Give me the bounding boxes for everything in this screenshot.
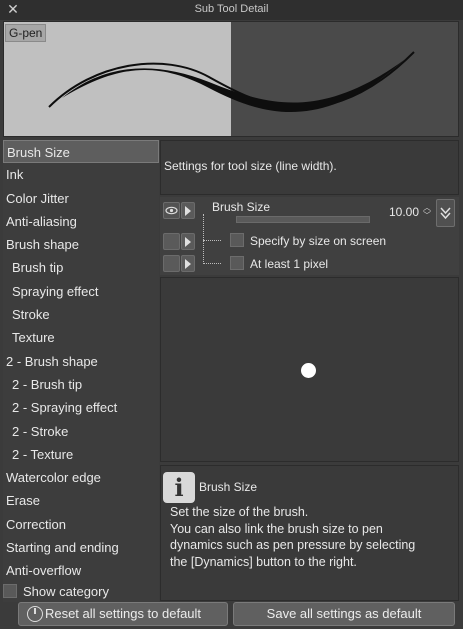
show-category-checkbox[interactable] — [3, 584, 17, 598]
category-stroke[interactable]: Stroke — [3, 303, 159, 326]
reset-all-settings-button[interactable]: Reset all settings to default — [18, 602, 228, 626]
category-description: Settings for tool size (line width). — [164, 159, 337, 173]
show-category-label: Show category — [23, 583, 109, 599]
brush-dot-preview — [301, 363, 316, 378]
dynamics-button[interactable] — [436, 199, 455, 227]
category-watercolor-edge[interactable]: Watercolor edge — [3, 466, 159, 489]
category-erase[interactable]: Erase — [3, 489, 159, 512]
save-all-settings-button[interactable]: Save all settings as default — [233, 602, 455, 626]
category-starting-and-ending[interactable]: Starting and ending — [3, 536, 159, 559]
visibility-toggle-at-least-1px[interactable] — [163, 255, 180, 272]
specify-by-screen-label: Specify by size on screen — [250, 234, 387, 248]
category-brush-shape[interactable]: Brush shape — [3, 233, 159, 256]
expand-at-least-1px-button[interactable] — [181, 255, 195, 272]
expand-brush-size-button[interactable] — [181, 202, 195, 219]
help-line: the [Dynamics] button to the right. — [170, 554, 357, 569]
category-anti-overflow[interactable]: Anti-overflow — [3, 559, 159, 582]
at-least-1px-checkbox[interactable] — [230, 256, 244, 270]
brush-size-label: Brush Size — [212, 200, 271, 214]
category-brush-size[interactable]: Brush Size — [3, 140, 159, 164]
help-line: dynamics such as pen pressure by selecti… — [170, 538, 416, 552]
tool-name-tag: G-pen — [5, 24, 47, 42]
reset-all-settings-label: Reset all settings to default — [44, 606, 202, 621]
visibility-toggle-specify-screen[interactable] — [163, 233, 180, 250]
title-bar: ✕ Sub Tool Detail — [0, 0, 463, 20]
at-least-1px-label: At least 1 pixel — [250, 257, 329, 271]
help-text: Set the size of the brush. You can also … — [170, 504, 452, 570]
brush-size-slider[interactable] — [236, 216, 370, 223]
category-2-brush-shape[interactable]: 2 - Brush shape — [3, 350, 159, 373]
brush-size-value[interactable]: 10.00 — [389, 205, 419, 219]
category-list: Brush Size Ink Color Jitter Anti-aliasin… — [3, 140, 159, 602]
category-brush-tip[interactable]: Brush tip — [3, 256, 159, 279]
category-spraying-effect[interactable]: Spraying effect — [3, 280, 159, 303]
info-icon: i — [163, 472, 195, 503]
eye-icon[interactable] — [163, 202, 180, 219]
category-description-box: Settings for tool size (line width). — [160, 140, 459, 195]
save-all-settings-label: Save all settings as default — [266, 606, 422, 621]
category-2-stroke[interactable]: 2 - Stroke — [3, 420, 159, 443]
category-anti-aliasing[interactable]: Anti-aliasing — [3, 210, 159, 233]
tree-connector — [203, 240, 221, 241]
stroke-preview: G-pen — [3, 21, 459, 137]
help-line: You can also link the brush size to pen — [170, 521, 383, 536]
window-title: Sub Tool Detail — [194, 3, 269, 15]
specify-by-screen-checkbox[interactable] — [230, 233, 244, 247]
help-line: Set the size of the brush. — [170, 505, 309, 519]
category-2-spraying-effect[interactable]: 2 - Spraying effect — [3, 396, 159, 419]
help-title: Brush Size — [199, 480, 258, 494]
category-2-texture[interactable]: 2 - Texture — [3, 443, 159, 466]
category-2-brush-tip[interactable]: 2 - Brush tip — [3, 373, 159, 396]
tree-connector — [203, 214, 204, 264]
show-category-toggle[interactable]: Show category — [3, 581, 109, 601]
category-color-jitter[interactable]: Color Jitter — [3, 187, 159, 210]
category-correction[interactable]: Correction — [3, 513, 159, 536]
stroke-curve-icon — [48, 51, 415, 113]
category-texture[interactable]: Texture — [3, 326, 159, 349]
category-ink[interactable]: Ink — [3, 163, 159, 186]
reset-icon — [27, 606, 43, 622]
expand-specify-screen-button[interactable] — [181, 233, 195, 250]
brush-size-spinner[interactable]: ︿ ﹀ — [422, 204, 432, 222]
tree-connector — [203, 263, 221, 264]
